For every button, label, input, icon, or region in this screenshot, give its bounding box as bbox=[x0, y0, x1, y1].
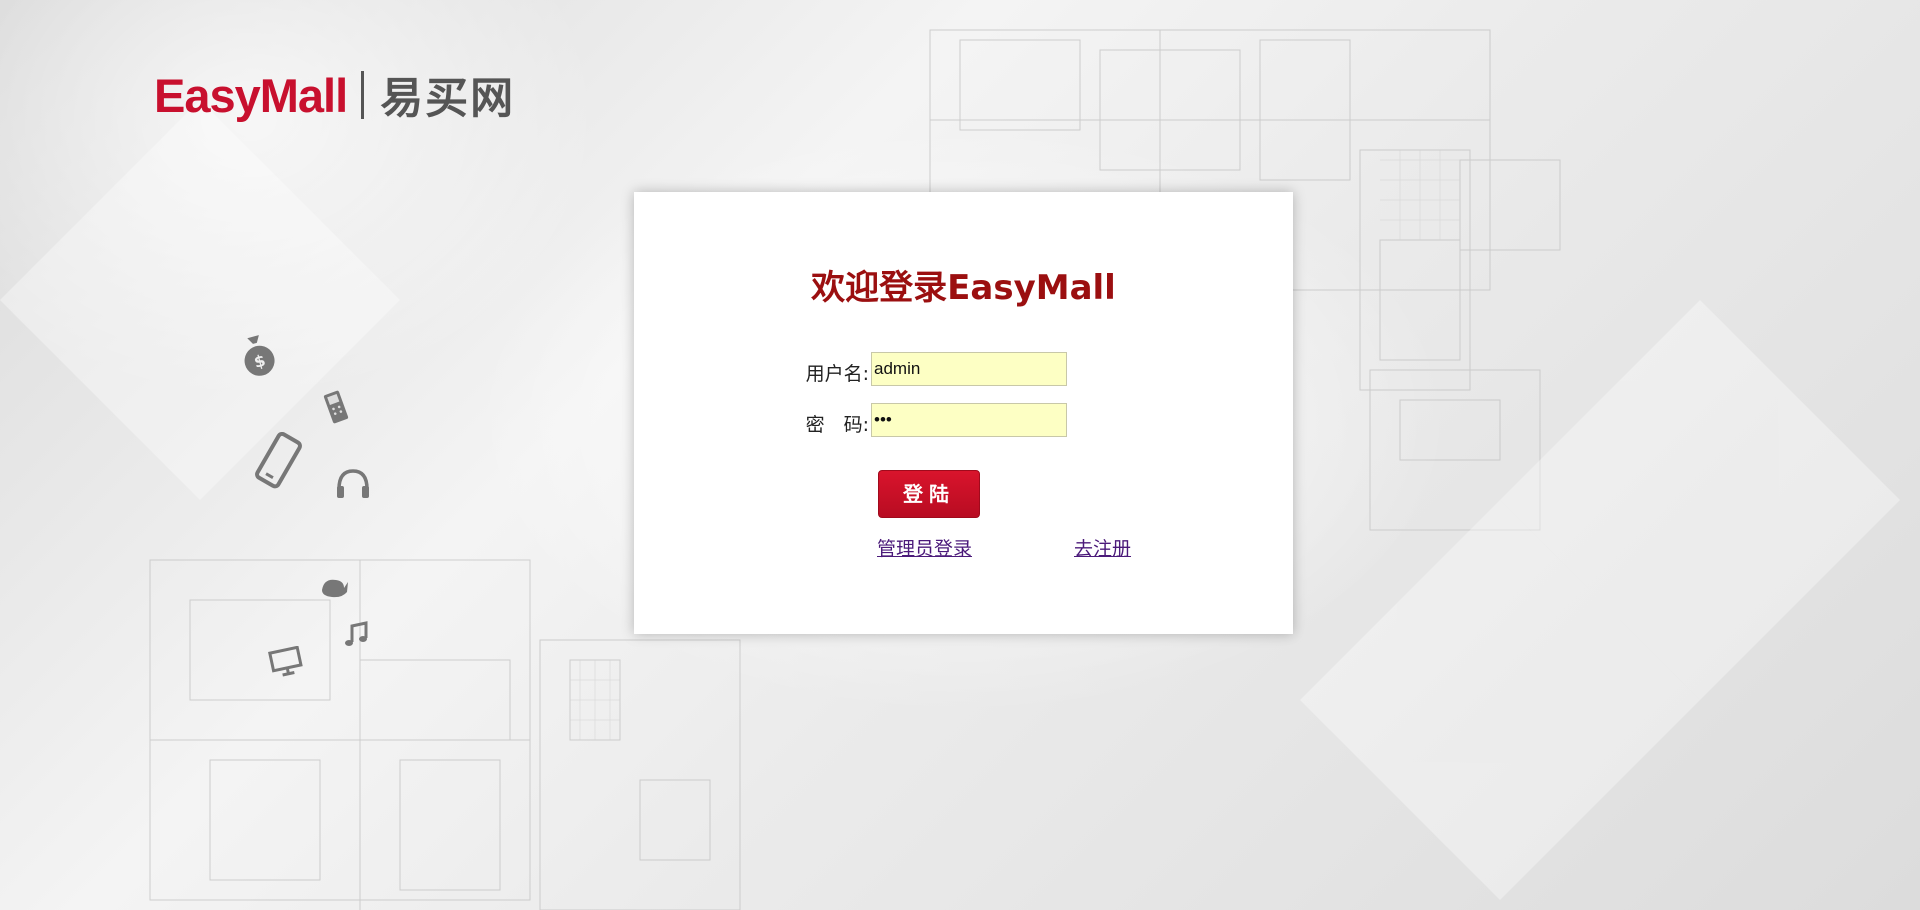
password-label: 密 码: bbox=[805, 414, 869, 436]
music-note-icon bbox=[345, 621, 368, 646]
password-input[interactable] bbox=[871, 403, 1067, 437]
admin-login-link[interactable]: 管理员登录 bbox=[877, 534, 972, 561]
smartphone-icon bbox=[255, 432, 302, 489]
username-label: 用户名: bbox=[805, 363, 869, 385]
whale-icon bbox=[322, 579, 348, 598]
username-row: 用户名: bbox=[634, 352, 1293, 388]
money-bag-icon: $ bbox=[244, 335, 275, 376]
phone-icon bbox=[323, 390, 349, 424]
password-row: 密 码: bbox=[634, 403, 1293, 439]
login-button[interactable]: 登陆 bbox=[878, 470, 980, 518]
decor-icons: $ bbox=[0, 0, 400, 700]
register-link[interactable]: 去注册 bbox=[1074, 534, 1131, 561]
monitor-icon bbox=[268, 646, 303, 677]
login-title: 欢迎登录EasyMall bbox=[811, 268, 1116, 308]
username-input[interactable] bbox=[871, 352, 1067, 386]
login-panel: 欢迎登录EasyMall 用户名: 密 码: 登陆 管理员登录 去注册 bbox=[634, 192, 1293, 634]
logo-text-cn: 易买网 bbox=[380, 74, 516, 124]
headphones-icon bbox=[337, 469, 369, 498]
